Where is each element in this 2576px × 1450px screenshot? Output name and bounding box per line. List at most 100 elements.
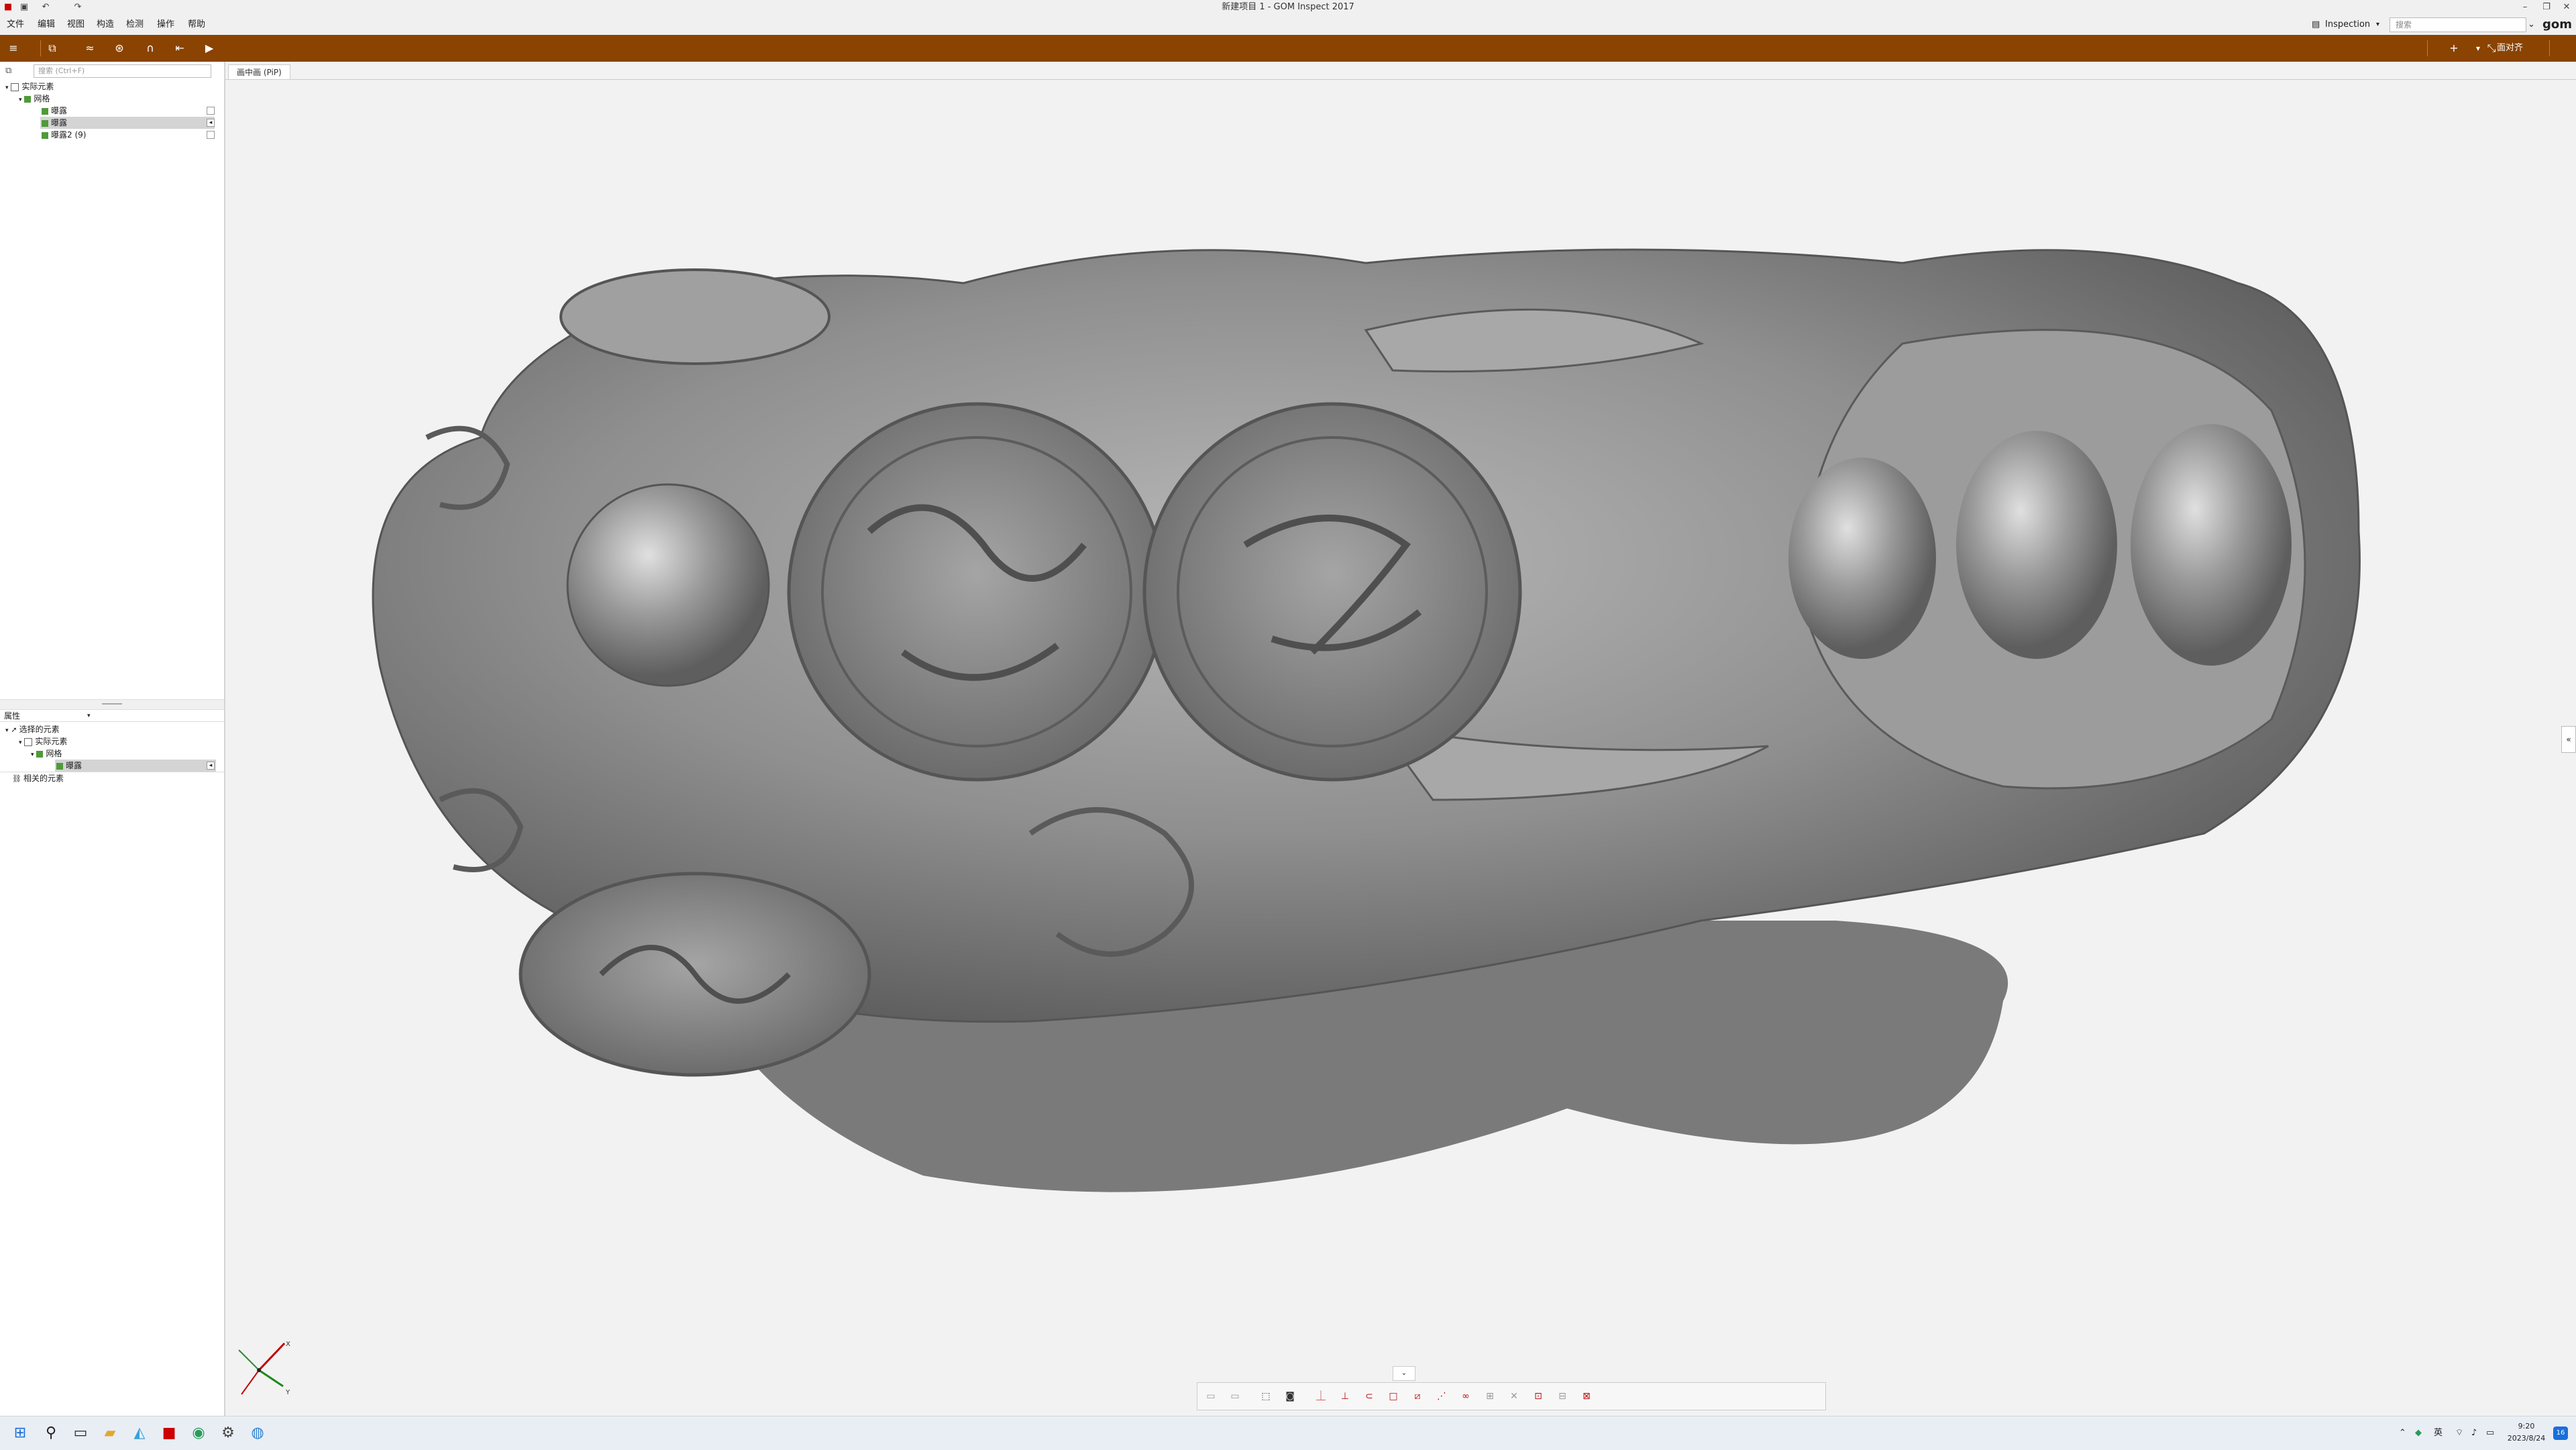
chevron-down-icon[interactable]: ▾	[87, 710, 91, 722]
tree-label: 曝露	[51, 118, 68, 127]
visibility-checkbox[interactable]	[207, 107, 215, 115]
collapse-icon[interactable]: ▾	[31, 752, 34, 758]
clock-time: 9:20	[2518, 1422, 2535, 1431]
selection-toolbar: ▭ ▭ ⬚ ◙ ⏊ ⊥ ⊂ □ ⧄ ⋰ ∞ ⊞ ✕ ⊡ ⊟ ⊠	[1197, 1382, 1826, 1410]
input-language[interactable]: 英	[2434, 1416, 2443, 1450]
tree-label: 曝露	[51, 106, 68, 115]
mesh-model-render[interactable]	[225, 62, 2576, 1416]
explorer-filter-input[interactable]: 搜索 (Ctrl+F)	[34, 64, 211, 78]
tray-app-icon[interactable]: ◆	[2415, 1416, 2422, 1450]
prop-item-related-elements[interactable]: ⛓ 相关的元素	[0, 772, 224, 784]
clock[interactable]: 9:20 2023/8/24	[2506, 1420, 2546, 1447]
visibility-checkbox[interactable]	[207, 131, 215, 139]
prop-item-mesh-selected[interactable]: 曝露	[55, 760, 216, 772]
relation-icon: ⛓	[12, 774, 21, 783]
visibility-checkbox[interactable]: ◂	[207, 119, 215, 127]
collapse-icon[interactable]: ▾	[5, 85, 9, 91]
tree-label: 曝露	[66, 761, 83, 770]
collapse-icon[interactable]: ▾	[19, 739, 22, 746]
visibility-checkbox[interactable]: ◂	[207, 762, 215, 770]
toolbar-separator	[40, 40, 41, 56]
tree-item-mesh-1[interactable]: 曝露	[0, 105, 220, 117]
search-input[interactable]: 搜索	[2390, 17, 2526, 32]
volume-icon[interactable]: ♪	[2471, 1416, 2477, 1450]
step-back-icon[interactable]: ⇤	[170, 39, 189, 58]
section-icon[interactable]: ⊥	[1338, 1390, 1352, 1403]
mesh-group-icon	[36, 750, 44, 758]
copy-icon[interactable]: ⧉	[5, 66, 11, 76]
prop-item-actual-elements[interactable]: ▾ 实际元素	[0, 735, 224, 747]
search-icon[interactable]: ⚲	[40, 1422, 62, 1444]
maximize-icon[interactable]: ❐	[2541, 2, 2552, 13]
pointer-icon[interactable]: ⬚	[1259, 1390, 1273, 1403]
properties-header[interactable]: 属性 ▾	[0, 710, 224, 722]
menu-help[interactable]: 帮助	[188, 15, 205, 35]
3d-viewport[interactable]: 画中画 (PiP) X Y « ⌄ ▭ ▭ ⬚ ◙ ⏊ ⊥ ⊂ □ ⧄ ⋰ ∞ …	[225, 62, 2576, 1416]
grow-select-icon[interactable]: ⊞	[1483, 1390, 1497, 1403]
polyline-select-icon[interactable]: ⋰	[1435, 1390, 1448, 1403]
workspace-icon: ▤	[2312, 19, 2320, 30]
task-view-icon[interactable]: ▭	[70, 1422, 91, 1444]
splitter-handle[interactable]	[102, 703, 122, 705]
browser-icon[interactable]: ◉	[188, 1422, 209, 1444]
file-explorer-icon[interactable]: ▰	[99, 1422, 121, 1444]
folder-icon	[24, 737, 33, 746]
edge-icon[interactable]: ◍	[247, 1422, 268, 1444]
collapse-icon[interactable]: ▾	[5, 727, 9, 734]
deselect-icon[interactable]: ⊟	[1556, 1390, 1569, 1403]
windows-start-icon[interactable]: ⊞	[9, 1422, 31, 1444]
tree-label: 网格	[46, 749, 62, 758]
settings-icon[interactable]: ⚙	[217, 1422, 239, 1444]
tree-item-mesh-2[interactable]: 曝露	[40, 117, 215, 129]
play-icon[interactable]: ▶	[200, 39, 219, 58]
invert-select-icon[interactable]: ⊡	[1532, 1390, 1545, 1403]
menu-construct[interactable]: 构造	[97, 15, 114, 35]
delete-selection-icon[interactable]: ⊠	[1580, 1390, 1593, 1403]
app-icon-1[interactable]: ◭	[129, 1422, 150, 1444]
rectangle-select-icon[interactable]: □	[1387, 1390, 1400, 1403]
target-icon[interactable]: ⊛	[110, 39, 129, 58]
menu-edit[interactable]: 编辑	[38, 15, 55, 35]
menu-operate[interactable]: 操作	[157, 15, 174, 35]
close-icon[interactable]: ✕	[2561, 2, 2572, 13]
menu-file[interactable]: 文件	[7, 15, 24, 35]
scan-icon[interactable]: ≈	[80, 39, 99, 58]
tree-item-actual-elements[interactable]: ▾ 实际元素	[0, 81, 220, 93]
surface-icon[interactable]: ⏊	[1314, 1390, 1328, 1403]
add-icon[interactable]: +	[2445, 39, 2463, 58]
search-dropdown-icon[interactable]: ⌄	[2528, 15, 2535, 35]
gom-inspect-icon[interactable]: ■	[158, 1422, 180, 1444]
workspace-selector[interactable]: Inspection	[2325, 15, 2370, 35]
brush-select-icon[interactable]: ⧄	[1411, 1390, 1424, 1403]
wifi-icon[interactable]: ⌔	[2455, 1416, 2463, 1450]
shrink-select-icon[interactable]: ✕	[1507, 1390, 1521, 1403]
toolbar-collapse-button[interactable]: ⌄	[1393, 1366, 1415, 1381]
tree-label: 相关的元素	[23, 774, 64, 783]
panel-splitter[interactable]	[0, 699, 224, 710]
axis-y-label: Y	[286, 1389, 290, 1396]
magnet-icon[interactable]: ∩	[141, 39, 160, 58]
prop-item-mesh[interactable]: ▾ 网格	[0, 747, 224, 760]
side-panel-toggle[interactable]: «	[2561, 726, 2576, 753]
menu-view[interactable]: 视图	[67, 15, 85, 35]
tree-item-mesh[interactable]: ▾ 网格	[0, 93, 220, 105]
align-label[interactable]: 面对齐	[2497, 35, 2523, 62]
tree-item-mesh-3[interactable]: 曝露2 (9)	[0, 129, 220, 141]
tree-label: 实际元素	[21, 82, 54, 91]
tray-expand-icon[interactable]: ⌃	[2399, 1416, 2406, 1450]
select-all-icon[interactable]: ▭	[1228, 1390, 1242, 1403]
hamburger-menu-icon[interactable]: ≡	[4, 39, 23, 58]
notification-badge[interactable]: 16	[2553, 1427, 2568, 1440]
select-icon[interactable]: ▭	[1204, 1390, 1218, 1403]
lasso-icon[interactable]: ⊂	[1362, 1390, 1376, 1403]
chevron-down-icon[interactable]: ▾	[2376, 15, 2379, 35]
camera-icon[interactable]: ◙	[1283, 1390, 1297, 1403]
menu-inspect[interactable]: 检测	[126, 15, 144, 35]
battery-icon[interactable]: ▭	[2486, 1416, 2494, 1450]
connected-select-icon[interactable]: ∞	[1459, 1390, 1472, 1403]
collapse-icon[interactable]: ▾	[19, 97, 22, 103]
minimize-icon[interactable]: –	[2520, 2, 2530, 13]
prop-item-selected-elements[interactable]: ▾ ➚ 选择的元素	[0, 723, 224, 735]
mesh-icon	[42, 132, 48, 139]
open-icon[interactable]: ⧉	[43, 39, 62, 58]
